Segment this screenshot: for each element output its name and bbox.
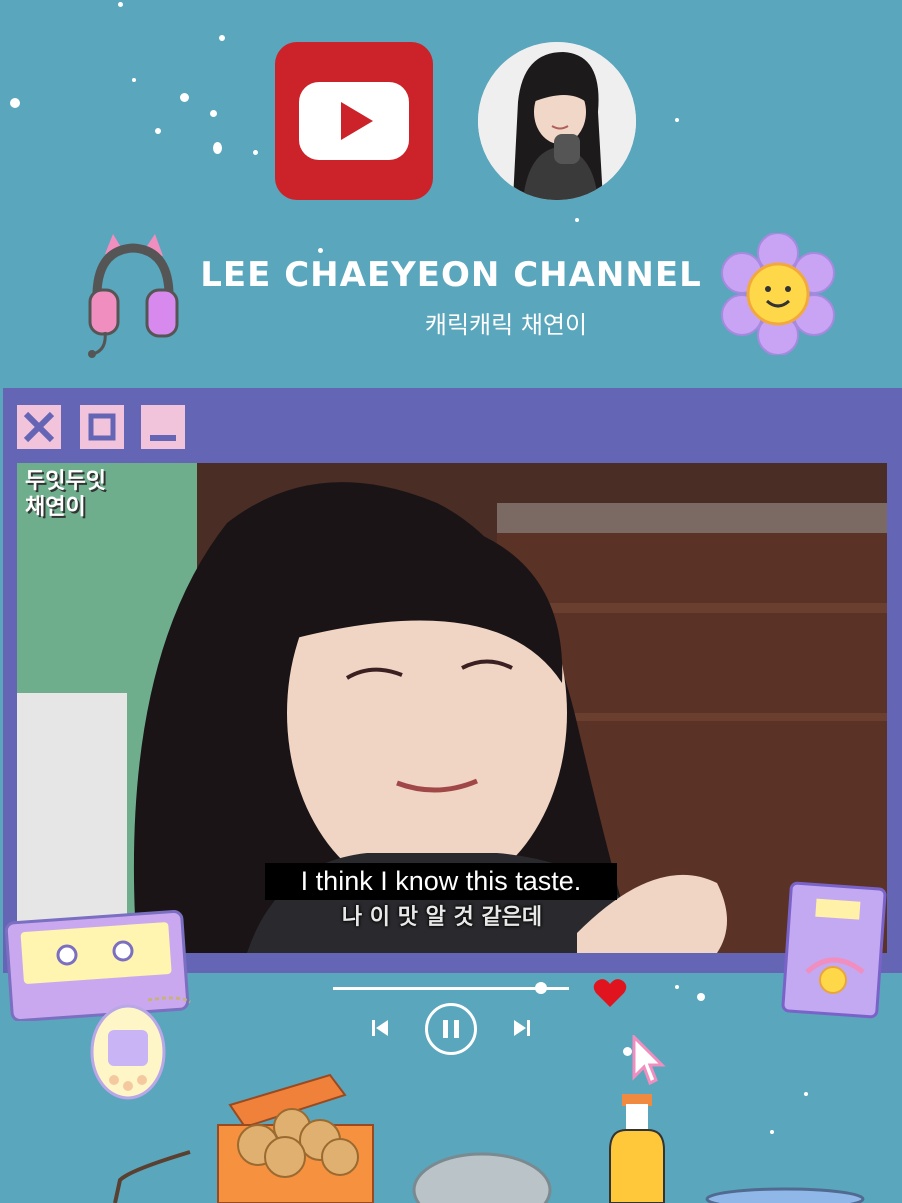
- sparkle: [318, 248, 323, 253]
- straw-icon: [113, 1150, 191, 1203]
- sparkle: [118, 2, 123, 7]
- subtitle-english: I think I know this taste.: [265, 863, 617, 900]
- sparkle: [697, 993, 705, 1001]
- sparkle: [675, 118, 679, 122]
- pause-button[interactable]: [425, 1003, 477, 1055]
- avatar: [478, 42, 636, 200]
- sparkle: [10, 98, 20, 108]
- cookie-box-icon: [217, 1073, 374, 1203]
- sparkle: [180, 93, 189, 102]
- bowl-icon: [412, 1152, 552, 1203]
- play-icon: [341, 102, 373, 140]
- youtube-logo: [275, 42, 433, 200]
- pause-icon: [443, 1020, 459, 1038]
- sparkle: [213, 142, 222, 154]
- headset-icon: [88, 234, 179, 358]
- heart-icon[interactable]: [593, 978, 627, 1008]
- sparkle: [219, 35, 225, 41]
- sparkle: [623, 1047, 632, 1056]
- avatar-portrait: [478, 42, 636, 200]
- progress-thumb[interactable]: [534, 982, 547, 994]
- plate-icon: [705, 1187, 865, 1203]
- close-icon: [23, 411, 55, 443]
- sparkle: [575, 218, 579, 222]
- youtube-play-frame: [299, 82, 409, 160]
- previous-track-icon[interactable]: [370, 1018, 390, 1038]
- watermark-line-2: 채연이: [25, 495, 86, 520]
- video-watermark: 두잇두잇 채연이: [25, 469, 106, 521]
- channel-subtitle: 캐릭캐릭 채연이: [424, 311, 588, 339]
- cursor-icon: [632, 1035, 666, 1086]
- notebook-icon: [781, 881, 887, 1019]
- sparkle: [132, 78, 136, 82]
- channel-title: LEE CHAEYEON CHANNEL: [200, 255, 702, 295]
- window-minimize-button[interactable]: [141, 405, 185, 449]
- sparkle: [210, 110, 217, 117]
- sparkle: [804, 1092, 808, 1096]
- sparkle: [675, 985, 679, 989]
- minimize-icon: [150, 435, 176, 441]
- window-close-button[interactable]: [17, 405, 61, 449]
- tamagotchi-icon: [90, 996, 191, 1100]
- sparkle: [155, 128, 161, 134]
- sparkle: [253, 150, 258, 155]
- next-track-icon[interactable]: [512, 1018, 532, 1038]
- watermark-line-1: 두잇두잇: [25, 469, 106, 494]
- video-frame[interactable]: 두잇두잇 채연이 I think I know this taste. 나 이 …: [17, 463, 887, 953]
- sparkle: [770, 1130, 774, 1134]
- progress-bar[interactable]: [333, 987, 569, 990]
- maximize-icon: [88, 413, 116, 441]
- window-maximize-button[interactable]: [80, 405, 124, 449]
- bottle-icon: [609, 1094, 665, 1203]
- subtitle-korean: 나 이 맛 알 것 같은데: [341, 905, 543, 930]
